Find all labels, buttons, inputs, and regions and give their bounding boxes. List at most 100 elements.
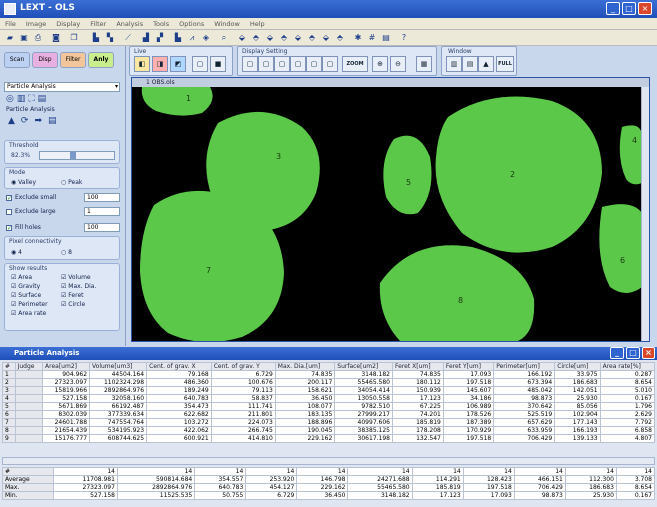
view3d-icon-3[interactable]: ⬙ [264,32,276,43]
live-square-button[interactable]: ■ [210,56,226,72]
full-button[interactable]: FULL [496,56,514,72]
copy-icon[interactable]: ❐ [68,32,80,43]
particle-icon[interactable]: ◈ [200,32,212,43]
measure-icon[interactable]: ▙ [90,32,102,43]
table-row[interactable]: 3 15819.966 2892864.976 189.249 79.113 158.62… [2,386,656,395]
particle-image[interactable]: 1 2 3 4 5 6 7 8 [132,87,642,341]
menu-tools[interactable]: Tools [148,18,174,30]
live-cf-button[interactable]: ◩ [170,56,186,72]
area-icon[interactable]: ▞ [154,32,166,43]
zoom-in-button[interactable]: ⊕ [372,56,388,72]
window-tile-button[interactable]: ▥ [446,56,462,72]
minimize-button[interactable]: _ [606,2,620,15]
window-cascade-button[interactable]: ▤ [462,56,478,72]
table-icon[interactable]: ▤ [380,32,392,43]
result-surface-checkbox[interactable]: ☑ Surface [11,292,41,299]
menu-help[interactable]: Help [245,18,270,30]
open-icon[interactable]: ▰ [4,32,16,43]
column-header[interactable]: Feret X[um] [392,362,444,371]
column-header[interactable]: Area rate[%] [599,362,656,371]
column-header[interactable]: Perimeter[um] [493,362,556,371]
help-icon[interactable]: ? [398,32,410,43]
image-vertical-scrollbar[interactable] [641,87,649,341]
column-header[interactable]: Volume[um3] [89,362,148,371]
connectivity-4-radio[interactable]: ◉ 4 [11,249,22,256]
result-volume-checkbox[interactable]: ☑ Volume [61,274,91,281]
mode-peak-radio[interactable]: ○ Peak [61,179,82,186]
result-circle-checkbox[interactable]: ☑ Circle [61,301,85,308]
menu-display[interactable]: Display [51,18,85,30]
display-mode-2-button[interactable]: ▢ [258,56,274,72]
view3d-icon-2[interactable]: ⬘ [250,32,262,43]
analysis-mode-select[interactable]: Particle Analysis ▾ [4,82,120,92]
profile-icon[interactable]: ▚ [104,32,116,43]
results-horizontal-scrollbar[interactable] [2,457,655,465]
tab-scan[interactable]: Scan [4,52,30,68]
exclude-small-input[interactable]: 100 [84,193,120,202]
volume-icon[interactable]: ▙ [172,32,184,43]
live-laser-button[interactable]: ◨ [152,56,168,72]
maximize-button[interactable]: □ [622,2,636,15]
close-button[interactable]: × [638,2,652,15]
print-icon[interactable]: ⎙ [32,32,44,43]
live-color-button[interactable]: ◧ [134,56,150,72]
display-mode-3-button[interactable]: ▢ [274,56,290,72]
tab-filter[interactable]: Filter [60,52,86,68]
view3d-icon-8[interactable]: ⬘ [334,32,346,43]
fill-holes-input[interactable]: 100 [84,223,120,232]
result-arearate-checkbox[interactable]: ☑ Area rate [11,310,46,317]
column-header[interactable]: Judge [14,362,44,371]
column-header[interactable]: Area[um2] [42,362,91,371]
magnify-icon[interactable]: ⌕ [218,32,230,43]
menu-analysis[interactable]: Analysis [111,18,148,30]
panel-maximize-button[interactable]: □ [626,347,640,359]
exclude-small-checkbox[interactable]: ✓ [6,195,12,202]
panel-close-button[interactable]: × [642,347,655,359]
table-row[interactable]: 6 8302.039 377339.634 622.682 211.801 183.135… [2,410,656,419]
display-mode-4-button[interactable]: ▢ [290,56,306,72]
table-row[interactable]: 5 5671.869 66192.487 354.473 111.741 108.077 9… [2,402,656,411]
menu-options[interactable]: Options [174,18,209,30]
tab-anly[interactable]: Anly [88,52,114,68]
grid-icon[interactable]: # [366,32,378,43]
settings-icon[interactable]: ✱ [352,32,364,43]
exclude-large-input[interactable]: 1 [84,207,120,216]
camera-icon[interactable]: ◙ [50,32,62,43]
menu-file[interactable]: File [0,18,21,30]
menu-image[interactable]: Image [21,18,51,30]
live-monitor-button[interactable]: ▢ [192,56,208,72]
view3d-icon-5[interactable]: ⬙ [292,32,304,43]
view3d-icon-4[interactable]: ⬘ [278,32,290,43]
tab-disp[interactable]: Disp [32,52,58,68]
table-row[interactable]: 9 15176.777 608744.625 600.921 414.810 229.16… [2,434,656,443]
zoom-out-button[interactable]: ⊖ [390,56,406,72]
view3d-icon-7[interactable]: ⬙ [320,32,332,43]
result-area-checkbox[interactable]: ☑ Area [11,274,32,281]
threshold-slider[interactable] [39,151,115,160]
save-icon[interactable]: ▣ [18,32,30,43]
column-header[interactable]: Circle[um] [554,362,601,371]
line-icon[interactable]: ⟋ [122,32,134,43]
table-row[interactable]: 4 527.158 32058.160 640.783 58.837 36.450 1305… [2,394,656,403]
table-row[interactable]: 7 24601.788 747554.764 103.272 224.073 188.89… [2,418,656,427]
result-feret-checkbox[interactable]: ☑ Feret [61,292,84,299]
view3d-icon-1[interactable]: ⬙ [236,32,248,43]
menu-filter[interactable]: Filter [85,18,111,30]
menu-window[interactable]: Window [209,18,245,30]
view3d-icon-6[interactable]: ⬘ [306,32,318,43]
panel-minimize-button[interactable]: _ [610,347,624,359]
result-maxdia-checkbox[interactable]: ☑ Max. Dia. [61,283,96,290]
column-header[interactable]: Max. Dia.[um] [274,362,336,371]
mode-valley-radio[interactable]: ◉ Valley [11,179,36,186]
result-gravity-checkbox[interactable]: ☑ Gravity [11,283,40,290]
analysis-tool-icons[interactable]: ◎▥⛶▤ [6,94,49,104]
column-header[interactable]: # [2,362,16,371]
connectivity-8-radio[interactable]: ○ 8 [61,249,72,256]
column-header[interactable]: Cent. of grav. X [146,362,212,371]
exclude-large-checkbox[interactable] [6,209,12,215]
roughness-icon[interactable]: ⩘ [186,32,198,43]
display-mode-5-button[interactable]: ▢ [306,56,322,72]
column-header[interactable]: Feret Y[um] [442,362,495,371]
column-header[interactable]: Surface[um2] [334,362,393,371]
fill-holes-checkbox[interactable]: ✓ [6,225,12,232]
